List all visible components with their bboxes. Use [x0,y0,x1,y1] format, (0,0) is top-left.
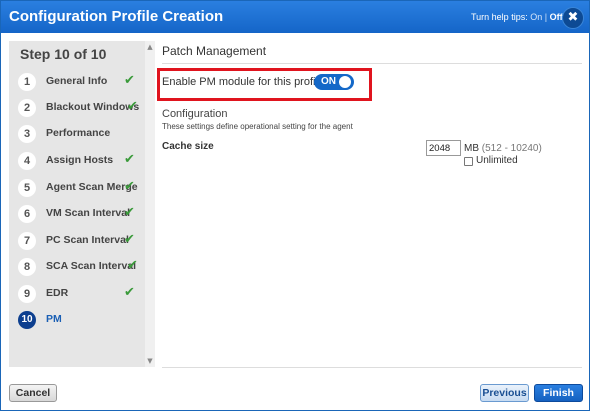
checkmark-icon: ✔ [124,285,135,300]
sidebar-step-vm-scan-interval[interactable]: 6 VM Scan Interval ✔ [9,201,145,227]
cancel-button[interactable]: Cancel [9,384,57,402]
help-tips-on-link[interactable]: On [530,12,542,22]
step-label: SCA Scan Interval [46,260,137,272]
step-number: 8 [18,258,36,276]
divider [162,367,582,368]
finish-button[interactable]: Finish [534,384,583,402]
checkmark-icon: ✔ [127,258,138,273]
checkmark-icon: ✔ [127,99,138,114]
step-number: 9 [18,285,36,303]
step-label: General Info [46,75,108,87]
step-number: 4 [18,152,36,170]
dialog-title: Configuration Profile Creation [9,8,224,25]
step-number: 3 [18,125,36,143]
pm-module-toggle[interactable]: ON [314,74,354,90]
sidebar-step-pc-scan-interval[interactable]: 7 PC Scan Interval ✔ [9,228,145,254]
step-number: 1 [18,73,36,91]
help-tips-off-link[interactable]: Off [550,12,563,22]
unlimited-checkbox[interactable] [464,157,473,166]
section-title: Patch Management [162,44,267,58]
step-number: 5 [18,179,36,197]
checkmark-icon: ✔ [124,73,135,88]
cache-size-input[interactable] [426,140,461,156]
help-tips-label: Turn help tips: [471,12,528,22]
configuration-profile-dialog: Configuration Profile Creation Turn help… [0,0,590,411]
divider [162,63,582,64]
step-label: VM Scan Interval [46,207,131,219]
step-label: EDR [46,287,69,299]
scroll-down-icon[interactable]: ▼ [145,357,155,365]
cache-range-hint: (512 - 10240) [481,143,542,154]
cache-size-label: Cache size [162,141,214,152]
sidebar-step-sca-scan-interval[interactable]: 8 SCA Scan Interval ✔ [9,254,145,280]
toggle-knob [339,76,351,88]
step-label: PC Scan Interval [46,234,129,246]
checkmark-icon: ✔ [124,232,135,247]
unlimited-label: Unlimited [476,155,518,166]
sidebar-step-agent-scan-merge[interactable]: 5 Agent Scan Merge ✔ [9,175,145,201]
previous-button[interactable]: Previous [480,384,529,402]
wizard-step-sidebar: Step 10 of 10 1 General Info ✔ 2 Blackou… [9,41,155,367]
help-tips-separator: | [544,12,548,22]
close-button[interactable]: ✖ [562,7,584,29]
close-icon: ✖ [567,10,579,25]
sidebar-scrollbar[interactable]: ▲ ▼ [145,41,155,367]
sidebar-step-general-info[interactable]: 1 General Info ✔ [9,69,145,95]
toggle-state-text: ON [321,76,336,87]
cache-unit-label: MB [464,143,479,154]
cache-size-unit: MB (512 - 10240) [464,143,542,154]
step-number: 7 [18,232,36,250]
step-label: PM [46,313,62,325]
checkmark-icon: ✔ [124,205,135,220]
pm-toggle-label: Enable PM module for this profile [162,76,325,88]
step-number: 10 [18,311,36,329]
step-number: 2 [18,99,36,117]
scroll-up-icon[interactable]: ▲ [145,43,155,51]
checkmark-icon: ✔ [124,152,135,167]
configuration-description: These settings define operational settin… [162,122,353,131]
help-tips-toggle: Turn help tips: On | Off [471,12,563,22]
sidebar-step-blackout-windows[interactable]: 2 Blackout Windows ✔ [9,95,145,121]
sidebar-step-pm[interactable]: 10 PM [9,307,145,333]
step-label: Assign Hosts [46,154,114,166]
title-bar: Configuration Profile Creation Turn help… [1,1,589,33]
configuration-heading: Configuration [162,108,228,120]
sidebar-step-assign-hosts[interactable]: 4 Assign Hosts ✔ [9,148,145,174]
checkmark-icon: ✔ [124,179,135,194]
sidebar-step-performance[interactable]: 3 Performance [9,121,145,147]
sidebar-step-edr[interactable]: 9 EDR ✔ [9,281,145,307]
step-label: Blackout Windows [46,101,140,113]
step-number: 6 [18,205,36,223]
step-counter: Step 10 of 10 [20,46,107,62]
step-label: Performance [46,127,111,139]
